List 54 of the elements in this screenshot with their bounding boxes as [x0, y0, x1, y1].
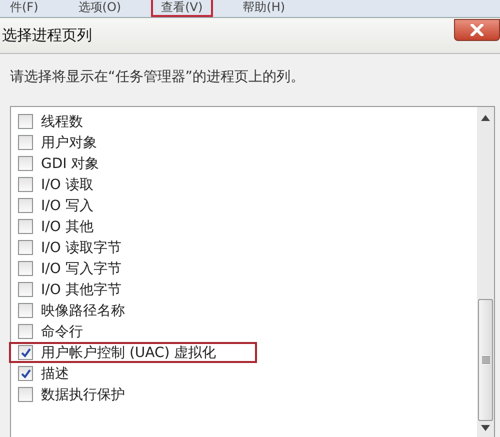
list-row[interactable]: 数据执行保护 — [9, 384, 249, 405]
menu-item[interactable]: 帮助(H) — [232, 0, 296, 17]
column-label: I/O 读取字节 — [41, 238, 122, 256]
column-label: 描述 — [41, 364, 69, 382]
list-row[interactable]: 映像路径名称 — [9, 300, 249, 321]
checkbox[interactable] — [18, 177, 33, 192]
checkbox[interactable] — [18, 261, 33, 276]
column-label: 命令行 — [41, 322, 83, 340]
column-label: I/O 写入字节 — [41, 260, 122, 278]
checkbox[interactable] — [18, 156, 33, 171]
close-button[interactable] — [454, 18, 500, 40]
column-label: 映像路径名称 — [41, 302, 125, 320]
list-row[interactable]: I/O 其他字节 — [9, 279, 249, 300]
window-title: 选择进程页列 — [1, 26, 92, 45]
list-row[interactable]: 命令行 — [9, 321, 249, 342]
list-row[interactable]: 线程数 — [9, 111, 249, 132]
list-row[interactable]: 用户帐户控制 (UAC) 虚拟化 — [9, 342, 257, 363]
list-row[interactable]: I/O 写入 — [9, 195, 249, 216]
grip-icon — [482, 356, 490, 364]
checkbox[interactable] — [18, 345, 33, 360]
list-row[interactable]: 描述 — [9, 363, 249, 384]
menu-item[interactable]: 选项(O) — [68, 0, 132, 17]
checkbox[interactable] — [18, 219, 33, 234]
instruction-text: 请选择将显示在“任务管理器”的进程页上的列。 — [10, 68, 306, 86]
menu-item[interactable]: 件(F) — [0, 0, 48, 17]
list-row[interactable]: I/O 其他 — [9, 216, 249, 237]
column-label: I/O 其他字节 — [41, 280, 122, 298]
scroll-thumb[interactable] — [478, 299, 493, 421]
checkbox[interactable] — [18, 114, 33, 129]
column-label: 用户对象 — [41, 134, 97, 152]
column-label: I/O 读取 — [41, 176, 94, 194]
column-label: I/O 其他 — [41, 218, 94, 236]
list-row[interactable]: GDI 对象 — [9, 153, 249, 174]
checkbox[interactable] — [18, 303, 33, 318]
list-row[interactable]: I/O 读取字节 — [9, 237, 249, 258]
column-label: 数据执行保护 — [41, 386, 125, 404]
checkbox[interactable] — [18, 282, 33, 297]
column-label: GDI 对象 — [41, 154, 100, 172]
checkbox[interactable] — [18, 366, 33, 381]
list-row[interactable]: I/O 读取 — [9, 174, 249, 195]
checkbox[interactable] — [18, 135, 33, 150]
checkbox[interactable] — [18, 324, 33, 339]
checkbox[interactable] — [18, 240, 33, 255]
checkbox[interactable] — [18, 387, 33, 402]
column-label: I/O 写入 — [41, 196, 94, 214]
scrollbar[interactable] — [477, 107, 494, 437]
checkbox[interactable] — [18, 198, 33, 213]
scroll-down-icon[interactable] — [481, 425, 490, 431]
column-label: 用户帐户控制 (UAC) 虚拟化 — [41, 344, 216, 362]
close-icon — [470, 24, 484, 36]
column-label: 线程数 — [41, 112, 83, 130]
list-row[interactable]: 用户对象 — [9, 132, 249, 153]
list-row[interactable]: I/O 写入字节 — [9, 258, 249, 279]
scroll-up-icon[interactable] — [481, 115, 490, 121]
